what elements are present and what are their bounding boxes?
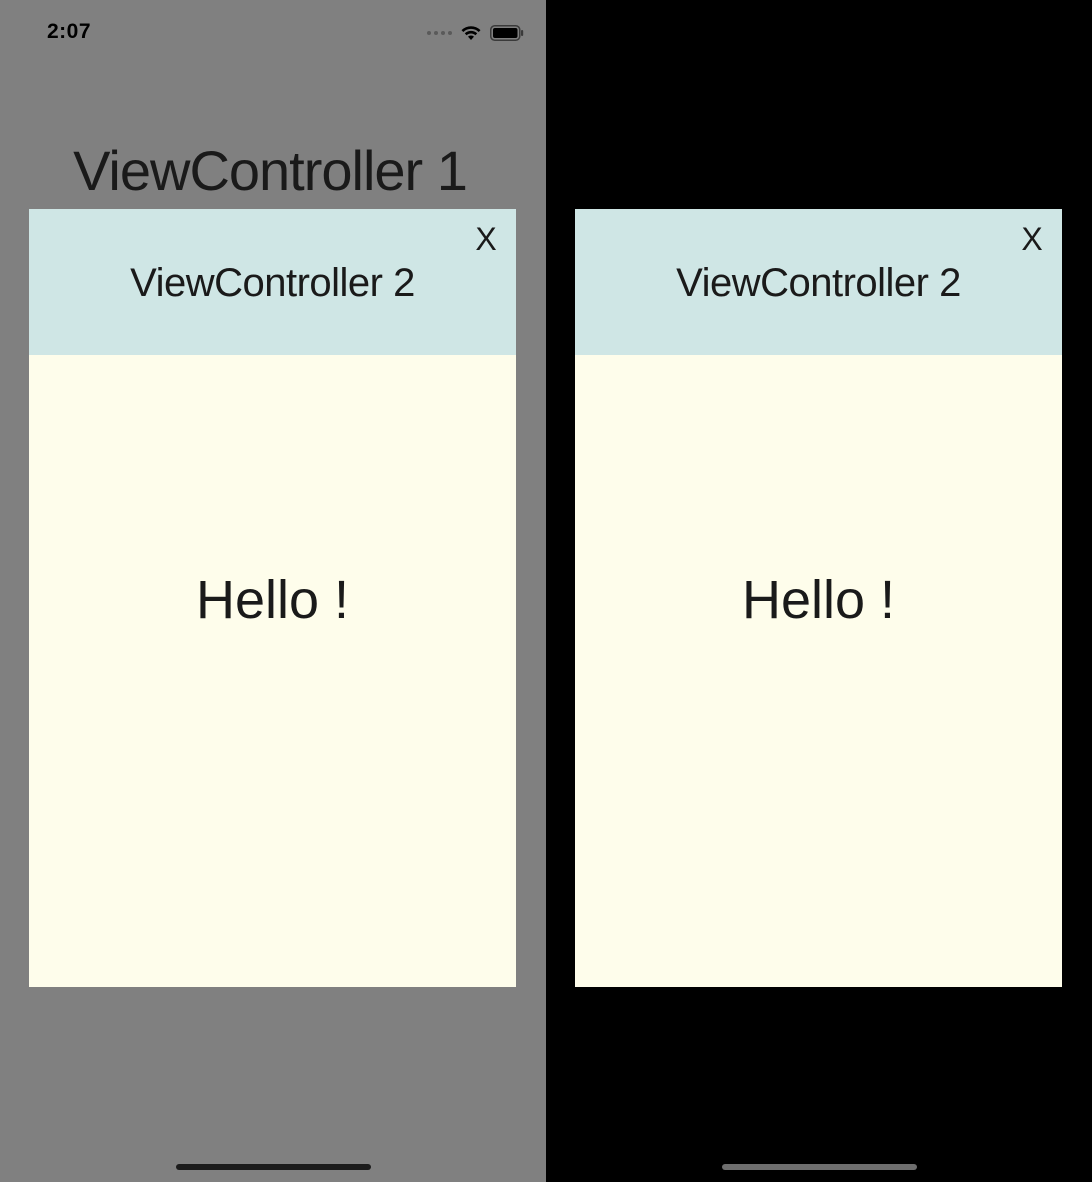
close-button[interactable]: X	[472, 221, 500, 257]
modal-header: ViewController 2 X	[29, 209, 516, 355]
modal-card: ViewController 2 X Hello !	[29, 209, 516, 987]
modal-title: ViewController 2	[676, 261, 961, 305]
home-indicator[interactable]	[176, 1164, 371, 1170]
left-screen: 2:07 ViewController 1 ViewController 2 X…	[0, 0, 546, 1182]
signal-dots-icon	[427, 30, 452, 35]
status-time: 2:07	[47, 20, 92, 43]
home-indicator[interactable]	[722, 1164, 917, 1170]
close-button[interactable]: X	[1018, 221, 1046, 257]
modal-title: ViewController 2	[130, 261, 415, 305]
right-screen: ViewController 2 X Hello !	[546, 0, 1092, 1182]
status-icons	[427, 24, 524, 41]
modal-header: ViewController 2 X	[575, 209, 1062, 355]
modal-body-text: Hello !	[741, 570, 896, 630]
modal-card: ViewController 2 X Hello !	[575, 209, 1062, 987]
comparison-stage: 2:07 ViewController 1 ViewController 2 X…	[0, 0, 1092, 1182]
wifi-icon	[460, 24, 482, 41]
battery-icon	[490, 24, 524, 41]
modal-body-text: Hello !	[195, 570, 350, 630]
background-title: ViewController 1	[73, 139, 468, 202]
